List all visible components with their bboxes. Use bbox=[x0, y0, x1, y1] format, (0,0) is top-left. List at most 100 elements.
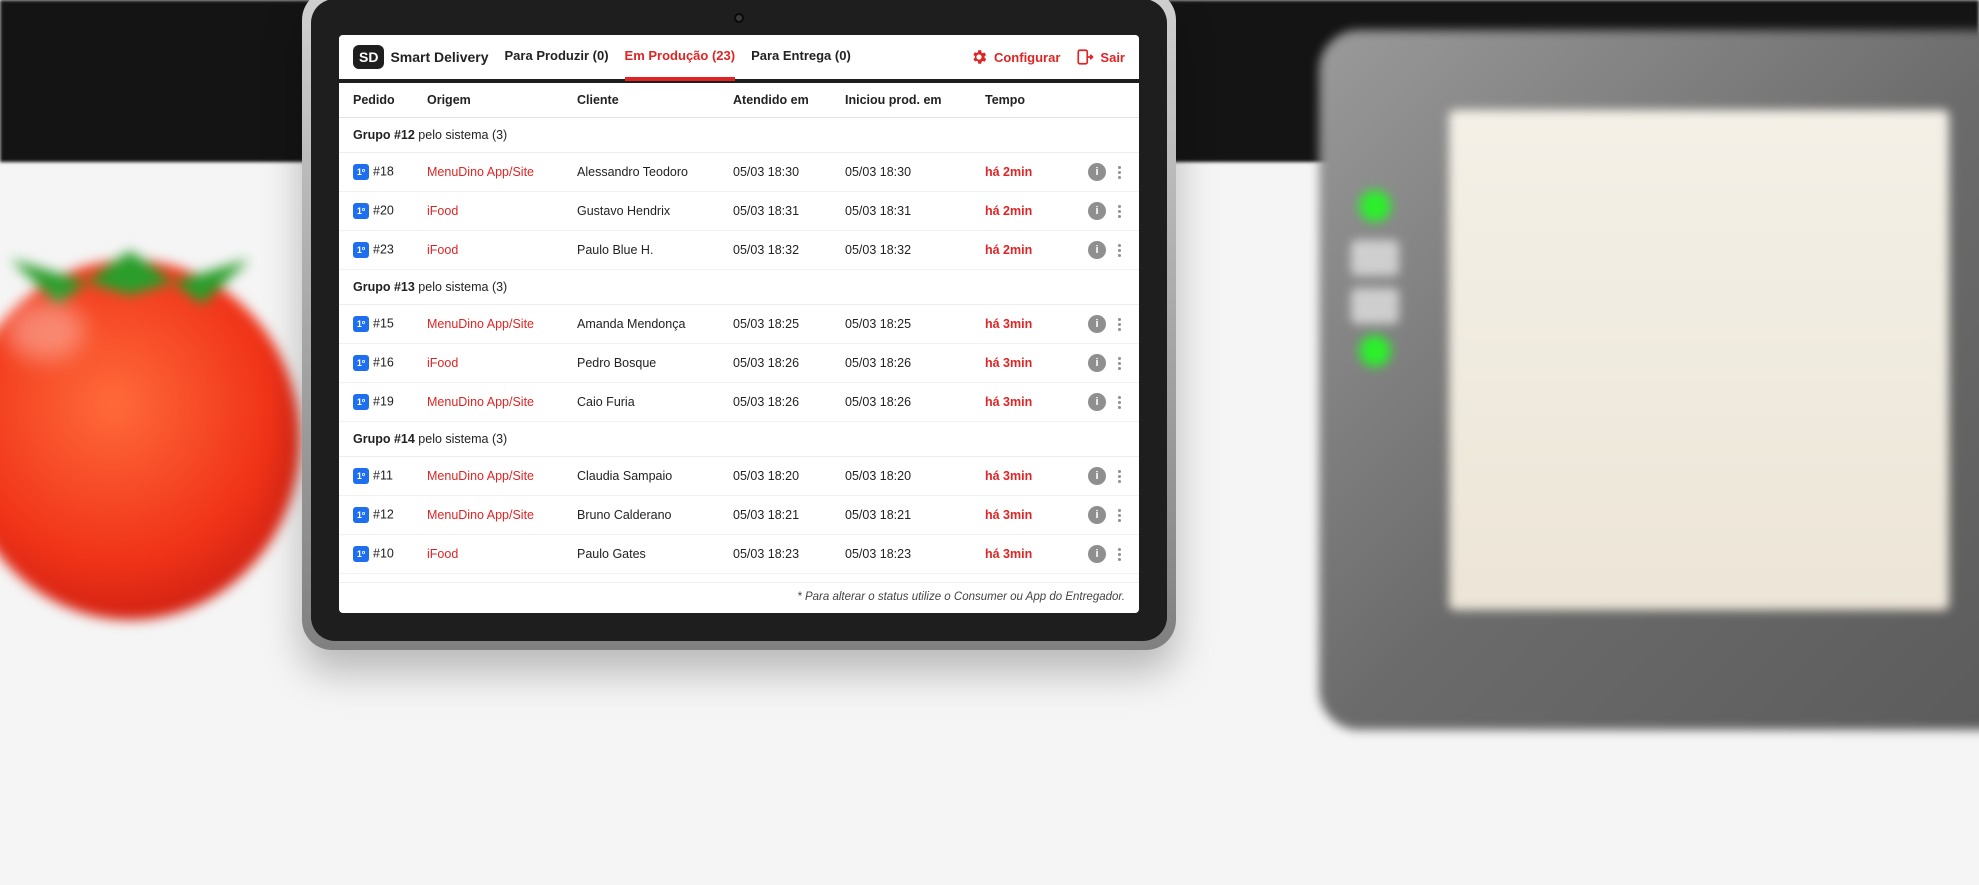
order-served-at: 05/03 18:21 bbox=[733, 508, 845, 522]
column-prod: Iniciou prod. em bbox=[845, 93, 985, 107]
order-elapsed: há 3min bbox=[985, 469, 1063, 483]
info-icon[interactable]: i bbox=[1088, 354, 1106, 372]
order-elapsed: há 2min bbox=[985, 243, 1063, 257]
order-prod-at: 05/03 18:21 bbox=[845, 508, 985, 522]
order-client: Pedro Bosque bbox=[577, 356, 733, 370]
order-prod-at: 05/03 18:25 bbox=[845, 317, 985, 331]
info-icon[interactable]: i bbox=[1088, 241, 1106, 259]
order-row[interactable]: 1º#18MenuDino App/SiteAlessandro Teodoro… bbox=[339, 153, 1139, 192]
order-client: Caio Furia bbox=[577, 395, 733, 409]
order-client: Claudia Sampaio bbox=[577, 469, 733, 483]
order-origin: iFood bbox=[427, 547, 577, 561]
info-icon[interactable]: i bbox=[1088, 467, 1106, 485]
order-id: #12 bbox=[373, 507, 394, 521]
order-row[interactable]: 1º#10iFoodPaulo Gates05/03 18:2305/03 18… bbox=[339, 535, 1139, 574]
info-icon[interactable]: i bbox=[1088, 393, 1106, 411]
order-row[interactable]: 1º#23iFoodPaulo Blue H.05/03 18:3205/03 … bbox=[339, 231, 1139, 270]
kebab-menu-icon[interactable] bbox=[1114, 468, 1125, 485]
order-row[interactable]: 1º#15MenuDino App/SiteAmanda Mendonça05/… bbox=[339, 305, 1139, 344]
order-row[interactable]: 1º#11MenuDino App/SiteClaudia Sampaio05/… bbox=[339, 457, 1139, 496]
order-client: Paulo Blue H. bbox=[577, 243, 733, 257]
order-id: #19 bbox=[373, 394, 394, 408]
printer-decoration bbox=[1319, 30, 1979, 730]
order-row[interactable]: 1º#20iFoodGustavo Hendrix05/03 18:3105/0… bbox=[339, 192, 1139, 231]
group-header: Grupo #12 pelo sistema (3) bbox=[339, 118, 1139, 153]
order-served-at: 05/03 18:31 bbox=[733, 204, 845, 218]
order-origin: MenuDino App/Site bbox=[427, 165, 577, 179]
info-icon[interactable]: i bbox=[1088, 202, 1106, 220]
order-id: #10 bbox=[373, 546, 394, 560]
order-row[interactable]: 1º#16iFoodPedro Bosque05/03 18:2605/03 1… bbox=[339, 344, 1139, 383]
order-row[interactable]: 1º#12MenuDino App/SiteBruno Calderano05/… bbox=[339, 496, 1139, 535]
order-id: #20 bbox=[373, 203, 394, 217]
kebab-menu-icon[interactable] bbox=[1114, 203, 1125, 220]
priority-badge-icon: 1º bbox=[353, 203, 369, 219]
tomato-decoration bbox=[0, 260, 300, 620]
priority-badge-icon: 1º bbox=[353, 394, 369, 410]
order-served-at: 05/03 18:32 bbox=[733, 243, 845, 257]
order-served-at: 05/03 18:26 bbox=[733, 356, 845, 370]
order-elapsed: há 3min bbox=[985, 395, 1063, 409]
tab-0[interactable]: Para Produzir (0) bbox=[505, 48, 609, 67]
group-header: Grupo #14 pelo sistema (3) bbox=[339, 422, 1139, 457]
column-tempo: Tempo bbox=[985, 93, 1063, 107]
group-header: Grupo #13 pelo sistema (3) bbox=[339, 270, 1139, 305]
order-prod-at: 05/03 18:23 bbox=[845, 547, 985, 561]
column-atendido: Atendido em bbox=[733, 93, 845, 107]
kebab-menu-icon[interactable] bbox=[1114, 242, 1125, 259]
order-prod-at: 05/03 18:32 bbox=[845, 243, 985, 257]
order-id: #16 bbox=[373, 355, 394, 369]
footer-note: * Para alterar o status utilize o Consum… bbox=[339, 582, 1139, 613]
order-elapsed: há 3min bbox=[985, 547, 1063, 561]
info-icon[interactable]: i bbox=[1088, 506, 1106, 524]
logo-badge: SD bbox=[353, 45, 384, 69]
kebab-menu-icon[interactable] bbox=[1114, 316, 1125, 333]
logout-label: Sair bbox=[1100, 50, 1125, 65]
kebab-menu-icon[interactable] bbox=[1114, 507, 1125, 524]
order-row[interactable]: 1º#19MenuDino App/SiteCaio Furia05/03 18… bbox=[339, 383, 1139, 422]
table-body[interactable]: Grupo #12 pelo sistema (3)1º#18MenuDino … bbox=[339, 118, 1139, 582]
order-origin: iFood bbox=[427, 204, 577, 218]
logout-button[interactable]: Sair bbox=[1076, 48, 1125, 66]
column-cliente: Cliente bbox=[577, 93, 733, 107]
order-elapsed: há 3min bbox=[985, 356, 1063, 370]
order-client: Amanda Mendonça bbox=[577, 317, 733, 331]
order-client: Bruno Calderano bbox=[577, 508, 733, 522]
priority-badge-icon: 1º bbox=[353, 468, 369, 484]
order-elapsed: há 3min bbox=[985, 508, 1063, 522]
priority-badge-icon: 1º bbox=[353, 507, 369, 523]
order-prod-at: 05/03 18:26 bbox=[845, 395, 985, 409]
kebab-menu-icon[interactable] bbox=[1114, 394, 1125, 411]
configure-button[interactable]: Configurar bbox=[970, 48, 1060, 66]
app-title: Smart Delivery bbox=[390, 49, 488, 65]
logout-icon bbox=[1076, 48, 1094, 66]
tab-1[interactable]: Em Produção (23) bbox=[625, 48, 736, 67]
configure-label: Configurar bbox=[994, 50, 1060, 65]
order-origin: MenuDino App/Site bbox=[427, 395, 577, 409]
table-header-row: Pedido Origem Cliente Atendido em Inicio… bbox=[339, 83, 1139, 118]
kebab-menu-icon[interactable] bbox=[1114, 546, 1125, 563]
order-prod-at: 05/03 18:26 bbox=[845, 356, 985, 370]
order-id: #23 bbox=[373, 242, 394, 256]
order-prod-at: 05/03 18:31 bbox=[845, 204, 985, 218]
order-id: #15 bbox=[373, 316, 394, 330]
order-elapsed: há 2min bbox=[985, 204, 1063, 218]
kebab-menu-icon[interactable] bbox=[1114, 355, 1125, 372]
order-id: #11 bbox=[373, 468, 393, 482]
tabs-container: Para Produzir (0) Em Produção (23) Para En… bbox=[505, 48, 851, 67]
order-served-at: 05/03 18:20 bbox=[733, 469, 845, 483]
order-prod-at: 05/03 18:20 bbox=[845, 469, 985, 483]
priority-badge-icon: 1º bbox=[353, 546, 369, 562]
info-icon[interactable]: i bbox=[1088, 163, 1106, 181]
kebab-menu-icon[interactable] bbox=[1114, 164, 1125, 181]
tab-2[interactable]: Para Entrega (0) bbox=[751, 48, 851, 67]
info-icon[interactable]: i bbox=[1088, 545, 1106, 563]
order-served-at: 05/03 18:26 bbox=[733, 395, 845, 409]
column-origem: Origem bbox=[427, 93, 577, 107]
order-client: Alessandro Teodoro bbox=[577, 165, 733, 179]
order-origin: MenuDino App/Site bbox=[427, 469, 577, 483]
order-origin: MenuDino App/Site bbox=[427, 508, 577, 522]
info-icon[interactable]: i bbox=[1088, 315, 1106, 333]
priority-badge-icon: 1º bbox=[353, 242, 369, 258]
priority-badge-icon: 1º bbox=[353, 164, 369, 180]
